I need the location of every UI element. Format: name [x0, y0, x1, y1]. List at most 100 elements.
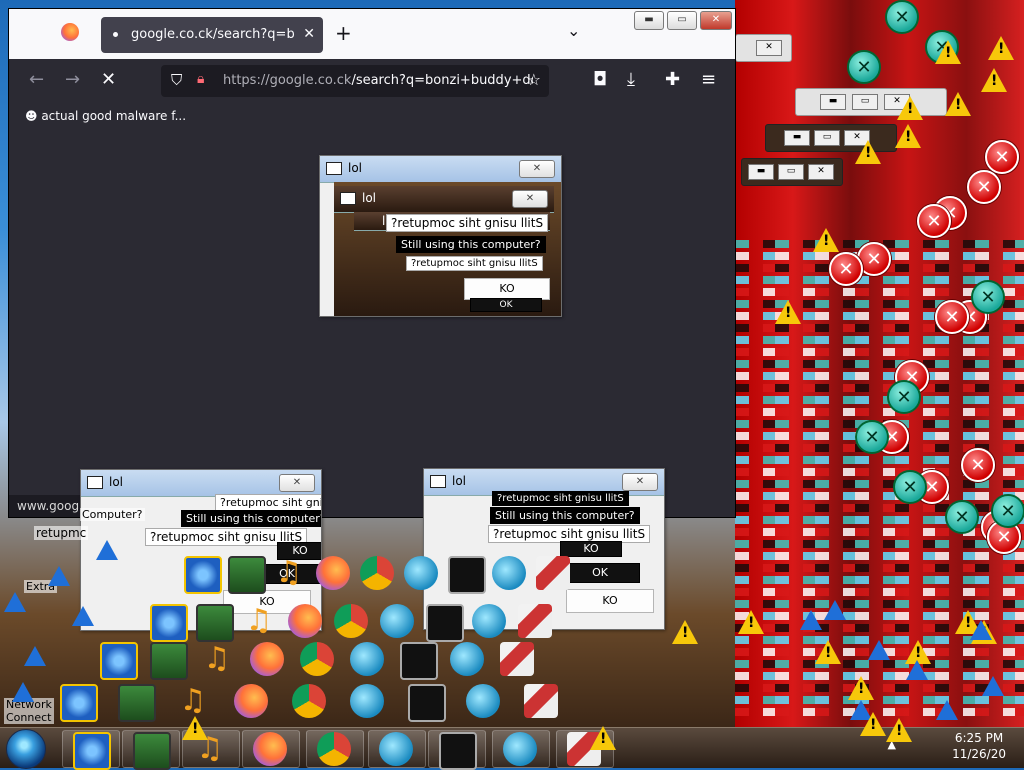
close-icon: ✕ [808, 164, 834, 180]
error-icon: ✕ [829, 252, 863, 286]
dialog-titlebar: lol ✕ [334, 186, 554, 213]
glitch-strip [735, 348, 1024, 356]
dialog-close-button[interactable]: ✕ [512, 190, 548, 208]
glitch-strip [735, 588, 1024, 596]
glitch-strip [735, 372, 1024, 380]
warning-icon [815, 640, 841, 664]
red-app-icon [536, 556, 570, 590]
forward-button[interactable]: → [65, 69, 80, 90]
pocket-icon[interactable]: ◘ [593, 69, 607, 90]
error-icon: ✕ [961, 448, 995, 482]
warning-icon [855, 140, 881, 164]
warning-icon [182, 716, 208, 740]
ie-icon [60, 684, 98, 722]
cmd-icon [439, 732, 477, 770]
taskbar-app[interactable] [492, 730, 550, 768]
stop-button[interactable]: ✕ [101, 69, 116, 90]
taskbar-ie[interactable] [62, 730, 120, 770]
window-icon [430, 475, 446, 488]
minimize-button[interactable]: ▬ [634, 11, 664, 30]
taskbar-toolbox[interactable] [368, 730, 426, 768]
window-icon [340, 192, 356, 205]
ie-icon [100, 642, 138, 680]
music-icon: ♫ [245, 603, 273, 638]
ok-button-reversed[interactable]: KO [560, 541, 622, 557]
app-icon [450, 642, 484, 676]
bookmark-item[interactable]: ☻ actual good malware f... [25, 109, 186, 123]
ok-button-reversed[interactable]: KO [566, 589, 654, 613]
close-button[interactable]: ✕ [700, 11, 732, 30]
firefox-icon[interactable] [61, 23, 79, 41]
warning-icon [672, 620, 698, 644]
start-button[interactable] [6, 729, 46, 769]
ie-icon [184, 556, 222, 594]
back-button[interactable]: ← [29, 69, 44, 90]
taskbar-cmd[interactable] [428, 730, 486, 770]
taskbar-chrome[interactable] [306, 730, 364, 768]
tab-active[interactable]: google.co.ck/search?q=bonzi+ ✕ [101, 17, 323, 53]
firefox-icon [250, 642, 284, 676]
glitch-strip [735, 552, 1024, 560]
chrome-icon [360, 556, 394, 590]
reversed-message: ?retupmoc siht gnisu llitS [406, 256, 543, 271]
taskbar-firefox[interactable] [242, 730, 300, 768]
maximize-button[interactable]: ▭ [667, 11, 697, 30]
maximize-icon: ▭ [778, 164, 804, 180]
dialog-close-button[interactable]: ✕ [622, 473, 658, 491]
clock[interactable]: 6:25 PM 11/26/20 [952, 730, 1006, 762]
warning-icon [848, 676, 874, 700]
chrome-icon [300, 642, 334, 676]
lock-icon[interactable]: 🔒︎ [197, 71, 204, 87]
list-tabs-button[interactable]: ⌄ [567, 21, 580, 40]
ok-button[interactable]: OK [470, 298, 542, 312]
cascade-titlebar: ▬ ▭ ✕ [795, 88, 947, 116]
info-warning-icon [12, 682, 34, 702]
firefox-icon [234, 684, 268, 718]
warning-icon [775, 300, 801, 324]
dialog-close-button[interactable]: ✕ [279, 474, 315, 492]
network-icon [196, 604, 234, 642]
new-tab-button[interactable]: + [335, 21, 352, 45]
bookmark-star-icon[interactable]: ☆ [527, 70, 541, 89]
info-warning-icon [936, 700, 958, 720]
toolbox-icon [350, 642, 384, 676]
dialog-message: Still using this computer? [396, 236, 546, 253]
info-warning-icon [72, 606, 94, 626]
url-text[interactable]: https://google.co.ck/search?q=bonzi+budd… [223, 73, 533, 88]
lol-dialog: lol ✕ lol ✕ lol ?retupmoc siht gnisu lli… [319, 155, 562, 317]
error-icon: ✕ [917, 204, 951, 238]
url-bar[interactable]: ⛉ 🔒︎ https://google.co.ck/search?q=bonzi… [161, 65, 549, 97]
ie-icon [150, 604, 188, 642]
dialog-message: Still using this computer? [181, 510, 321, 527]
info-warning-icon [906, 660, 928, 680]
info-warning-icon [24, 646, 46, 666]
dialog-title: lol [362, 191, 377, 205]
glitch-strip [735, 396, 1024, 404]
url-path: /search?q=bonzi+buddy+do [351, 73, 533, 88]
tracking-shield-icon[interactable]: ⛉ [171, 71, 182, 89]
glitch-strip [735, 336, 1024, 344]
x-icon: ✕ [855, 420, 889, 454]
downloads-icon[interactable]: ⤓ [627, 69, 635, 90]
bookmarks-bar: ☻ actual good malware f... [9, 105, 735, 129]
music-icon: ♫ [275, 555, 303, 590]
app-icon [503, 732, 537, 766]
dialog-close-button[interactable]: ✕ [519, 160, 555, 178]
cascade-titlebar: ▬ ▭ ✕ [741, 158, 843, 186]
error-icon: ✕ [985, 140, 1019, 174]
minimize-icon: ▬ [748, 164, 774, 180]
network-icon [150, 642, 188, 680]
ok-button-reversed[interactable]: KO [464, 278, 550, 300]
firefox-icon [253, 732, 287, 766]
tab-close-icon[interactable]: ✕ [303, 26, 315, 42]
chrome-icon [334, 604, 368, 638]
red-app-icon [518, 604, 552, 638]
info-warning-icon [4, 592, 26, 612]
extensions-icon[interactable]: ✚ [665, 69, 680, 90]
taskbar-network[interactable] [122, 730, 180, 770]
menu-icon[interactable]: ≡ [701, 69, 716, 90]
partial-reversed: retupmc [34, 526, 89, 540]
ok-button[interactable]: OK [560, 563, 640, 583]
glitch-strip [735, 576, 1024, 584]
window-icon [87, 476, 103, 489]
